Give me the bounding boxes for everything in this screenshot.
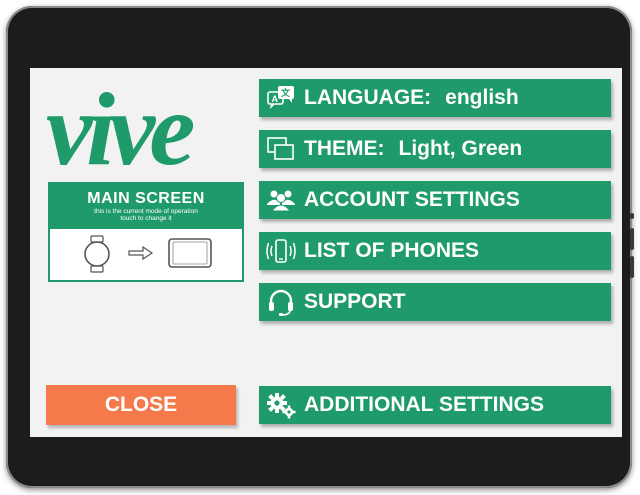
tablet-device: vive MAIN SCREEN this is the current mod… <box>6 6 634 488</box>
language-value: english <box>445 86 519 109</box>
language-button[interactable]: A 文 LANGUAGE: english <box>259 79 611 117</box>
users-icon <box>266 186 296 214</box>
close-button[interactable]: CLOSE <box>46 385 236 425</box>
device-volume-down <box>630 256 634 278</box>
support-label: SUPPORT <box>304 290 406 313</box>
mode-card-subtitle-2: touch to change it <box>120 215 172 222</box>
svg-text:A: A <box>272 94 279 104</box>
translate-icon: A 文 <box>266 84 296 112</box>
gears-icon <box>266 391 296 419</box>
windows-icon <box>266 135 296 163</box>
vive-logo: vive <box>46 72 199 182</box>
theme-label: THEME: Light, Green <box>304 137 523 160</box>
mode-card-subtitle-1: this is the current mode of operation <box>94 208 198 215</box>
mode-card-header: MAIN SCREEN this is the current mode of … <box>50 184 242 229</box>
arrow-right-icon <box>128 245 154 261</box>
tablet-icon <box>168 238 212 268</box>
additional-settings-button[interactable]: ADDITIONAL SETTINGS <box>259 386 611 424</box>
account-settings-label: ACCOUNT SETTINGS <box>304 188 520 211</box>
headset-icon <box>266 288 296 316</box>
mode-card-body <box>50 229 242 280</box>
account-settings-button[interactable]: ACCOUNT SETTINGS <box>259 181 611 219</box>
main-screen-mode-card[interactable]: MAIN SCREEN this is the current mode of … <box>48 182 244 282</box>
svg-text:文: 文 <box>280 87 291 98</box>
device-side-button <box>630 213 634 219</box>
theme-value: Light, Green <box>398 137 523 160</box>
svg-text:vive: vive <box>46 72 193 182</box>
support-button[interactable]: SUPPORT <box>259 283 611 321</box>
list-of-phones-button[interactable]: LIST OF PHONES <box>259 232 611 270</box>
watch-icon <box>84 235 110 273</box>
mode-card-title: MAIN SCREEN <box>87 190 205 207</box>
phone-ringing-icon <box>266 237 296 265</box>
additional-settings-label: ADDITIONAL SETTINGS <box>304 393 544 416</box>
settings-screen: vive MAIN SCREEN this is the current mod… <box>30 68 622 437</box>
list-of-phones-label: LIST OF PHONES <box>304 239 480 262</box>
close-button-label: CLOSE <box>104 393 178 416</box>
language-label: LANGUAGE: english <box>304 86 519 109</box>
device-volume-up <box>630 228 634 250</box>
theme-button[interactable]: THEME: Light, Green <box>259 130 611 168</box>
